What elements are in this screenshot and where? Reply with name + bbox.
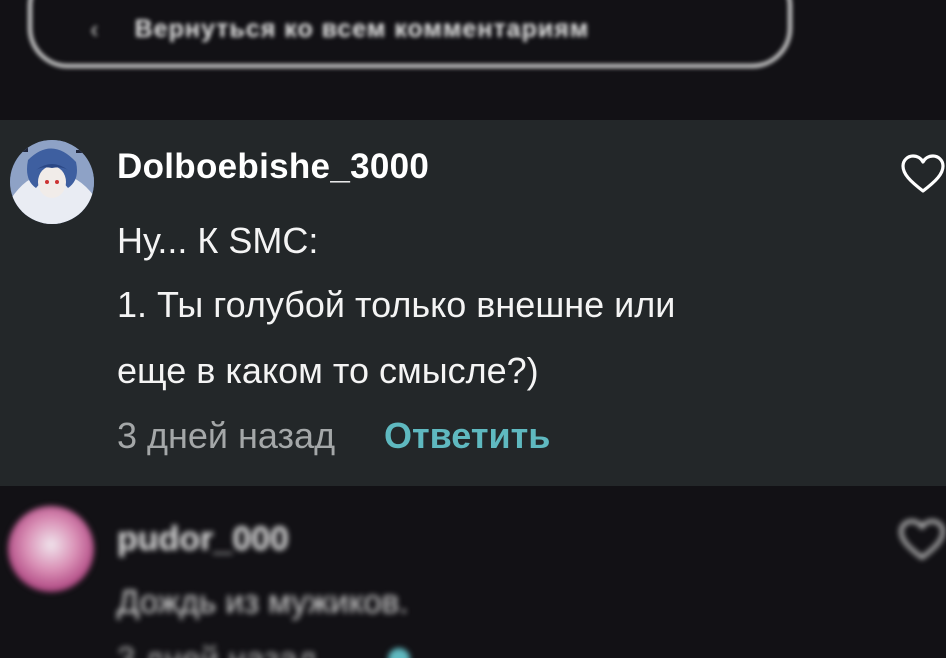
avatar-image bbox=[10, 140, 94, 224]
avatar[interactable] bbox=[8, 506, 94, 592]
header-area: ‹ Вернуться ко всем комментариям bbox=[0, 0, 946, 120]
back-button-label: Вернуться ко всем комментариям bbox=[134, 14, 590, 43]
comment-text-line: Ну... К SMC: bbox=[117, 220, 319, 261]
comment-username[interactable]: pudor_000 bbox=[117, 520, 289, 559]
comment-username[interactable]: Dolboebishe_3000 bbox=[117, 147, 429, 187]
reply-button[interactable]: Ответить bbox=[384, 415, 550, 457]
heart-outline-icon[interactable] bbox=[900, 153, 946, 195]
comment-timestamp: 3 дней назад bbox=[117, 415, 336, 456]
comment-text-line: 1. Ты голубой только внешне или bbox=[117, 284, 676, 325]
back-to-all-comments-button[interactable]: ‹ Вернуться ко всем комментариям bbox=[28, 0, 792, 68]
comments-screen: ‹ Вернуться ко всем комментариям Dolboeb… bbox=[0, 0, 946, 658]
comment-text-line: еще в каком то смысле?) bbox=[117, 350, 539, 391]
heart-outline-icon[interactable] bbox=[898, 518, 946, 562]
comment-text-line: Дождь из мужиков. bbox=[117, 583, 409, 620]
chevron-left-icon: ‹ bbox=[90, 13, 99, 44]
avatar[interactable] bbox=[10, 140, 94, 224]
comment-timestamp: 3 дней назад bbox=[117, 640, 317, 658]
comment-item bbox=[0, 486, 946, 658]
